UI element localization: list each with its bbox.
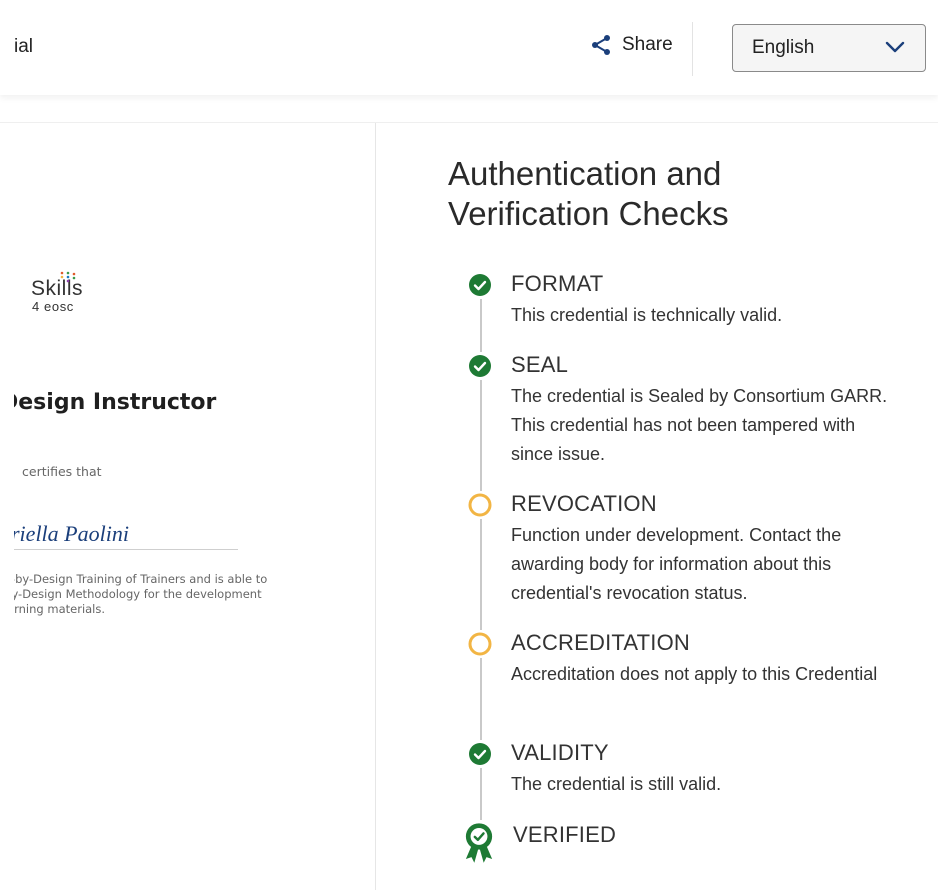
award-badge-icon — [464, 820, 494, 866]
check-name: FORMAT — [511, 271, 604, 296]
checks-heading: Authentication and Verification Checks — [448, 154, 729, 234]
description-line: earning materials. — [0, 602, 106, 616]
description-line: -by-Design Methodology for the developme… — [0, 587, 262, 601]
certificate-intro: certifies that — [22, 464, 102, 479]
skills4eosc-logo: Skills 4 eosc — [31, 271, 83, 314]
check-description: This credential is technically valid. — [511, 305, 783, 325]
hollow-circle-icon — [466, 630, 494, 658]
check-description: Function under development. Contact the … — [511, 525, 842, 603]
certificate-title-text: Design Instructor — [0, 390, 217, 415]
logo-dots-icon — [60, 271, 76, 283]
description-line: IR-by-Design Training of Trainers and is… — [0, 572, 268, 586]
check-description: Accreditation does not apply to this Cre… — [511, 664, 878, 684]
checks-heading-line: Verification Checks — [448, 195, 729, 232]
check-name: VERIFIED — [513, 822, 617, 847]
check-name: VALIDITY — [511, 740, 609, 765]
hollow-circle-icon — [466, 491, 494, 519]
language-select[interactable]: English — [732, 24, 926, 72]
chevron-down-icon — [885, 37, 905, 59]
logo-sub-text: 4 eosc — [32, 299, 74, 314]
certificate-description: IR-by-Design Training of Trainers and is… — [0, 572, 268, 617]
recipient-name: briella Paolini — [0, 521, 129, 546]
check-circle-icon — [466, 740, 494, 768]
check-name: SEAL — [511, 352, 569, 377]
language-selected: English — [752, 37, 815, 58]
share-icon — [590, 34, 612, 56]
top-header: ial Share English — [0, 0, 938, 95]
column-divider — [375, 123, 376, 890]
page-title: ial — [14, 36, 34, 57]
check-circle-icon — [466, 271, 494, 299]
check-name: ACCREDITATION — [511, 630, 691, 655]
check-description: The credential is still valid. — [511, 774, 722, 794]
check-circle-icon — [466, 352, 494, 380]
header-divider — [692, 22, 693, 76]
check-description: The credential is Sealed by Consortium G… — [511, 386, 888, 464]
recipient-underline — [14, 549, 238, 550]
checks-heading-line: Authentication and — [448, 155, 722, 192]
certificate-title: Design Instructor — [0, 390, 217, 415]
certificate-preview — [0, 123, 375, 890]
share-button[interactable]: Share — [590, 34, 673, 56]
share-label: Share — [622, 34, 673, 55]
check-name: REVOCATION — [511, 491, 657, 516]
